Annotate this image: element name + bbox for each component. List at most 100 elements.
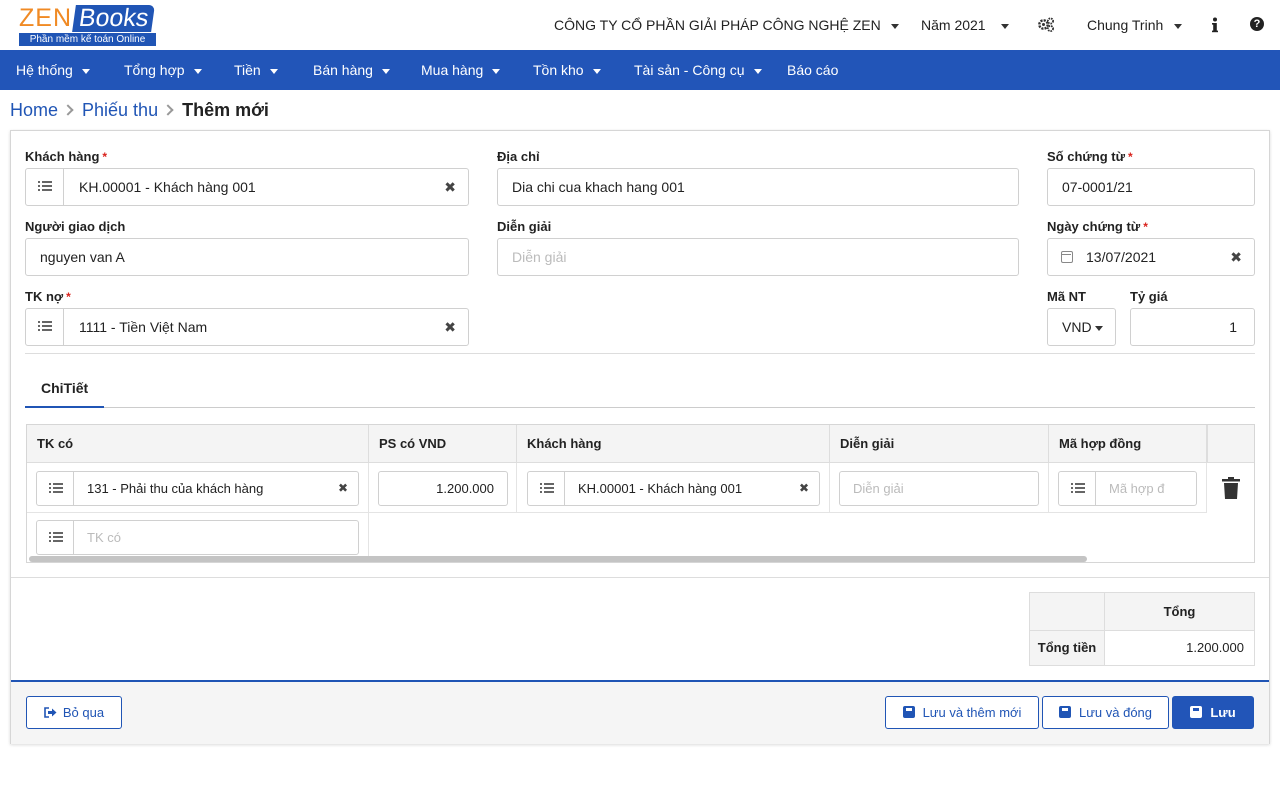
customer-lookup-button[interactable] — [26, 169, 64, 205]
nav-label: Báo cáo — [787, 62, 839, 78]
list-icon — [1071, 483, 1085, 494]
doc-date-field[interactable]: 13/07/2021 ✖ — [1047, 238, 1255, 276]
sign-out-icon — [44, 707, 57, 718]
list-icon — [49, 483, 63, 494]
clear-icon[interactable]: ✖ — [338, 472, 348, 505]
account-lookup-button[interactable] — [37, 472, 74, 505]
save-new-button[interactable]: Lưu và thêm mới — [885, 696, 1039, 729]
gears-icon[interactable] — [1037, 16, 1055, 34]
tab-chi-tiet[interactable]: ChiTiết — [41, 380, 88, 396]
help-icon[interactable]: ? — [1250, 17, 1264, 31]
chevron-down-icon — [269, 68, 278, 74]
company-selector[interactable]: CÔNG TY CỔ PHẦN GIẢI PHÁP CÔNG NGHỆ ZEN — [554, 16, 899, 34]
info-icon[interactable] — [1211, 16, 1219, 34]
customer-lookup-button[interactable] — [528, 472, 565, 505]
trader-field[interactable]: nguyen van A — [25, 238, 469, 276]
col-header-ps-co: PS có VND — [369, 425, 517, 463]
row-customer-field[interactable]: KH.00001 - Khách hàng 001 ✖ — [527, 471, 820, 506]
chevron-down-icon — [1174, 23, 1183, 29]
nav-he-thong[interactable]: Hệ thống — [16, 62, 90, 79]
save-close-label: Lưu và đóng — [1078, 705, 1153, 720]
nav-label: Hệ thống — [16, 62, 73, 78]
save-close-button[interactable]: Lưu và đóng — [1042, 696, 1169, 729]
nav-tong-hop[interactable]: Tổng hợp — [124, 62, 202, 79]
customer-value: KH.00001 - Khách hàng 001 — [79, 179, 256, 195]
new-row-account-field[interactable]: TK có — [36, 520, 359, 555]
nav-label: Bán hàng — [313, 62, 373, 78]
clear-icon[interactable]: ✖ — [444, 169, 456, 205]
breadcrumb-phieu-thu[interactable]: Phiếu thu — [82, 100, 158, 120]
customer-label-text: Khách hàng — [25, 149, 100, 164]
required-mark: * — [102, 150, 108, 164]
debit-account-label-text: TK nợ — [25, 289, 64, 304]
address-label: Địa chỉ — [497, 149, 540, 164]
skip-button[interactable]: Bỏ qua — [26, 696, 122, 729]
clear-icon[interactable]: ✖ — [799, 472, 809, 505]
doc-date-value: 13/07/2021 — [1086, 249, 1157, 265]
contract-lookup-button[interactable] — [1059, 472, 1096, 505]
list-icon — [49, 532, 63, 543]
debit-account-field[interactable]: 1111 - Tiền Việt Nam ✖ — [25, 308, 469, 346]
customer-label: Khách hàng * — [25, 149, 107, 165]
currency-select[interactable]: VND — [1047, 308, 1116, 346]
customer-field[interactable]: KH.00001 - Khách hàng 001 ✖ — [25, 168, 469, 206]
rate-field[interactable]: 1 — [1130, 308, 1255, 346]
trader-value: nguyen van A — [40, 249, 125, 265]
chevron-right-icon — [162, 104, 174, 116]
list-icon — [540, 483, 554, 494]
nav-ton-kho[interactable]: Tồn kho — [533, 62, 601, 79]
skip-label: Bỏ qua — [62, 705, 105, 720]
save-icon — [1058, 706, 1071, 718]
account-lookup-button[interactable] — [37, 521, 74, 554]
doc-no-field[interactable]: 07-0001/21 — [1047, 168, 1255, 206]
rate-value: 1 — [1229, 319, 1237, 335]
nav-tien[interactable]: Tiền — [234, 62, 278, 79]
horizontal-scrollbar[interactable] — [29, 556, 1087, 562]
calendar-icon[interactable] — [1061, 251, 1073, 263]
year-label: Năm 2021 — [921, 17, 986, 33]
totals-corner — [1030, 593, 1105, 631]
doc-no-label: Số chứng từ * — [1047, 149, 1133, 165]
col-header-dien-giai: Diễn giải — [830, 425, 1049, 463]
currency-label: Mã NT — [1047, 289, 1086, 304]
description-field[interactable]: Diễn giải — [497, 238, 1019, 276]
list-icon — [38, 321, 52, 332]
nav-tai-san[interactable]: Tài sản - Công cụ — [634, 62, 762, 79]
main-nav: Hệ thống Tổng hợp Tiền Bán hàng Mua hàng… — [0, 50, 1280, 90]
clear-icon[interactable]: ✖ — [1230, 239, 1242, 275]
list-icon — [38, 181, 52, 192]
user-menu[interactable]: Chung Trinh — [1087, 16, 1183, 34]
debit-account-value: 1111 - Tiền Việt Nam — [79, 319, 208, 335]
doc-no-value: 07-0001/21 — [1062, 179, 1133, 195]
address-value: Dia chi cua khach hang 001 — [512, 179, 685, 195]
save-button[interactable]: Lưu — [1172, 696, 1254, 729]
row-account-field[interactable]: 131 - Phải thu của khách hàng ✖ — [36, 471, 359, 506]
doc-date-label: Ngày chứng từ * — [1047, 219, 1148, 235]
year-selector[interactable]: Năm 2021 — [921, 16, 1009, 34]
row-description-field[interactable]: Diễn giải — [839, 471, 1039, 506]
col-header-khach-hang: Khách hàng — [517, 425, 830, 463]
nav-ban-hang[interactable]: Bán hàng — [313, 62, 390, 79]
nav-mua-hang[interactable]: Mua hàng — [421, 62, 501, 79]
nav-label: Tài sản - Công cụ — [634, 62, 745, 78]
totals-value: 1.200.000 — [1186, 640, 1244, 655]
trader-label: Người giao dịch — [25, 219, 126, 234]
row-amount-field[interactable]: 1.200.000 — [378, 471, 508, 506]
breadcrumb-current: Thêm mới — [182, 100, 269, 120]
doc-date-label-text: Ngày chứng từ — [1047, 219, 1141, 234]
logo-books-text: Books — [72, 4, 156, 32]
debit-account-lookup-button[interactable] — [26, 309, 64, 345]
chevron-down-icon — [890, 23, 899, 29]
zenbooks-logo[interactable]: ZEN Books Phần mềm kế toán Online — [19, 4, 165, 46]
chevron-down-icon — [753, 68, 762, 74]
user-name: Chung Trinh — [1087, 17, 1164, 33]
breadcrumb-home[interactable]: Home — [10, 100, 58, 120]
trash-icon[interactable] — [1222, 477, 1240, 499]
nav-bao-cao[interactable]: Báo cáo — [787, 62, 838, 79]
row-contract-field[interactable]: Mã hợp đ — [1058, 471, 1197, 506]
tab-divider — [25, 407, 1255, 408]
save-icon — [902, 706, 915, 718]
address-field[interactable]: Dia chi cua khach hang 001 — [497, 168, 1019, 206]
save-icon — [1190, 706, 1203, 718]
clear-icon[interactable]: ✖ — [444, 309, 456, 345]
